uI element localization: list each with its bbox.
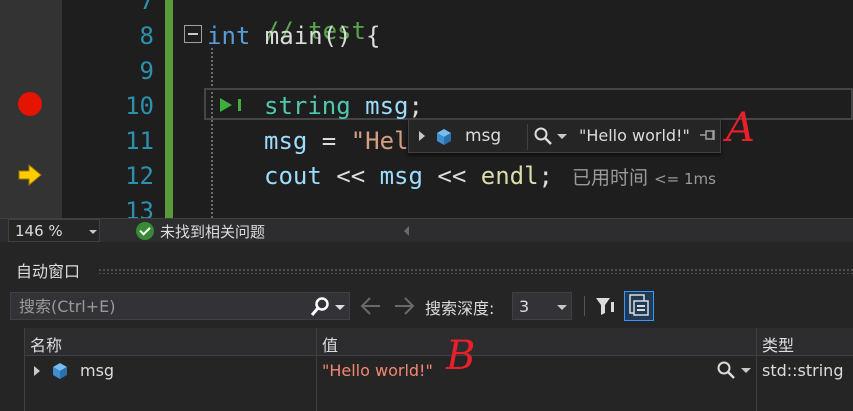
run-to-click-icon[interactable] xyxy=(218,96,246,114)
column-header-type[interactable]: 类型 xyxy=(762,332,794,356)
variable-name: msg xyxy=(264,127,308,155)
variable-icon xyxy=(437,129,451,145)
chevron-down-icon[interactable] xyxy=(557,134,567,139)
function-name: endl xyxy=(480,162,539,190)
check-circle-icon xyxy=(136,222,154,240)
column-header-name[interactable]: 名称 xyxy=(30,332,62,356)
variable-name: cout xyxy=(264,162,322,190)
autos-toolbar: 搜索深度: 3 xyxy=(0,288,853,324)
variable-name: msg xyxy=(350,92,409,120)
line-number: 13 xyxy=(125,197,154,218)
visualizer-search-icon[interactable] xyxy=(716,360,736,380)
line-number: 7 xyxy=(139,0,154,15)
row-name: msg xyxy=(80,361,115,380)
line-number: 8 xyxy=(139,22,154,50)
string-literal: "Hel xyxy=(350,127,409,155)
line-number: 9 xyxy=(139,57,154,85)
scroll-left-icon[interactable] xyxy=(404,226,409,236)
pin-icon[interactable] xyxy=(699,128,717,142)
execution-pointer-icon[interactable] xyxy=(18,164,42,186)
chevron-down-icon[interactable] xyxy=(89,230,97,234)
column-header-value[interactable]: 值 xyxy=(322,332,338,356)
datatip[interactable]: msg "Hello world!" xyxy=(408,119,721,153)
grid-header: 名称 值 类型 xyxy=(0,328,853,356)
zoom-level: 146 % xyxy=(15,222,63,240)
search-next-icon[interactable] xyxy=(391,294,417,318)
collapse-icon[interactable] xyxy=(184,25,202,43)
perf-tip: 已用时间 <= 1ms xyxy=(572,163,716,190)
hex-display-icon xyxy=(629,294,649,316)
autos-title: 自动窗口 xyxy=(16,262,81,281)
chevron-down-icon[interactable] xyxy=(557,305,567,310)
expand-icon[interactable] xyxy=(34,366,40,376)
variable-name: msg xyxy=(379,162,423,190)
annotation-b: B xyxy=(446,333,476,379)
toolbar-divider xyxy=(584,296,585,316)
code-text: = xyxy=(307,127,351,155)
code-text: main() { xyxy=(250,22,381,50)
row-type: std::string xyxy=(762,361,844,380)
search-icon[interactable] xyxy=(309,296,331,318)
type-name: string xyxy=(264,92,351,120)
search-depth-dropdown[interactable]: 3 xyxy=(512,292,572,320)
breakpoint-icon[interactable] xyxy=(18,92,42,116)
issues-text: 未找到相关问题 xyxy=(160,223,266,241)
search-depth-value: 3 xyxy=(519,297,530,316)
visualizer-search-icon[interactable] xyxy=(533,126,553,146)
zoom-dropdown[interactable]: 146 % xyxy=(8,219,100,242)
datatip-value[interactable]: "Hello world!" xyxy=(579,126,690,145)
perf-tip-value: <= 1ms xyxy=(654,170,716,188)
line-number: 10 xyxy=(125,92,154,120)
annotation-a: A xyxy=(726,105,755,151)
expand-icon[interactable] xyxy=(419,131,425,141)
autos-title-bar[interactable]: 自动窗口 xyxy=(0,254,853,284)
code-line-8[interactable]: int main() { xyxy=(207,21,380,51)
code-editor[interactable]: 7 8 9 10 11 12 13 // test int main() { s… xyxy=(0,0,853,218)
line-number: 12 xyxy=(125,162,154,190)
search-box[interactable] xyxy=(10,292,350,320)
code-text: ; xyxy=(538,162,553,190)
table-row[interactable]: msg "Hello world!" std::string xyxy=(0,357,853,385)
keyword: int xyxy=(207,22,251,50)
variable-icon xyxy=(53,363,67,379)
drag-grip[interactable] xyxy=(98,268,853,274)
code-line-10[interactable]: string msg; xyxy=(264,91,423,121)
chevron-down-icon[interactable] xyxy=(335,305,345,310)
datatip-name: msg xyxy=(465,126,502,146)
issues-indicator[interactable]: 未找到相关问题 xyxy=(136,221,265,242)
divider xyxy=(527,124,528,150)
perf-tip-label: 已用时间 xyxy=(572,167,649,189)
line-number: 11 xyxy=(125,127,154,155)
code-line-11[interactable]: msg = "Hel xyxy=(264,126,409,156)
changed-lines-bar xyxy=(165,0,173,218)
operator: << xyxy=(321,162,380,190)
autos-window: 自动窗口 搜索深度: 3 xyxy=(0,242,853,411)
row-value[interactable]: "Hello world!" xyxy=(322,361,433,380)
chevron-down-icon[interactable] xyxy=(741,368,751,373)
hex-display-button[interactable] xyxy=(624,291,654,321)
search-depth-label: 搜索深度: xyxy=(425,299,495,318)
filter-icon[interactable] xyxy=(592,294,618,320)
code-line-12[interactable]: cout << msg << endl; xyxy=(264,161,553,191)
search-previous-icon[interactable] xyxy=(358,294,384,318)
line-number-margin: 7 8 9 10 11 12 13 xyxy=(62,0,164,218)
search-input[interactable] xyxy=(11,293,299,319)
operator: << xyxy=(422,162,481,190)
editor-status-bar: 146 % 未找到相关问题 xyxy=(0,218,853,242)
code-text: ; xyxy=(408,92,423,120)
